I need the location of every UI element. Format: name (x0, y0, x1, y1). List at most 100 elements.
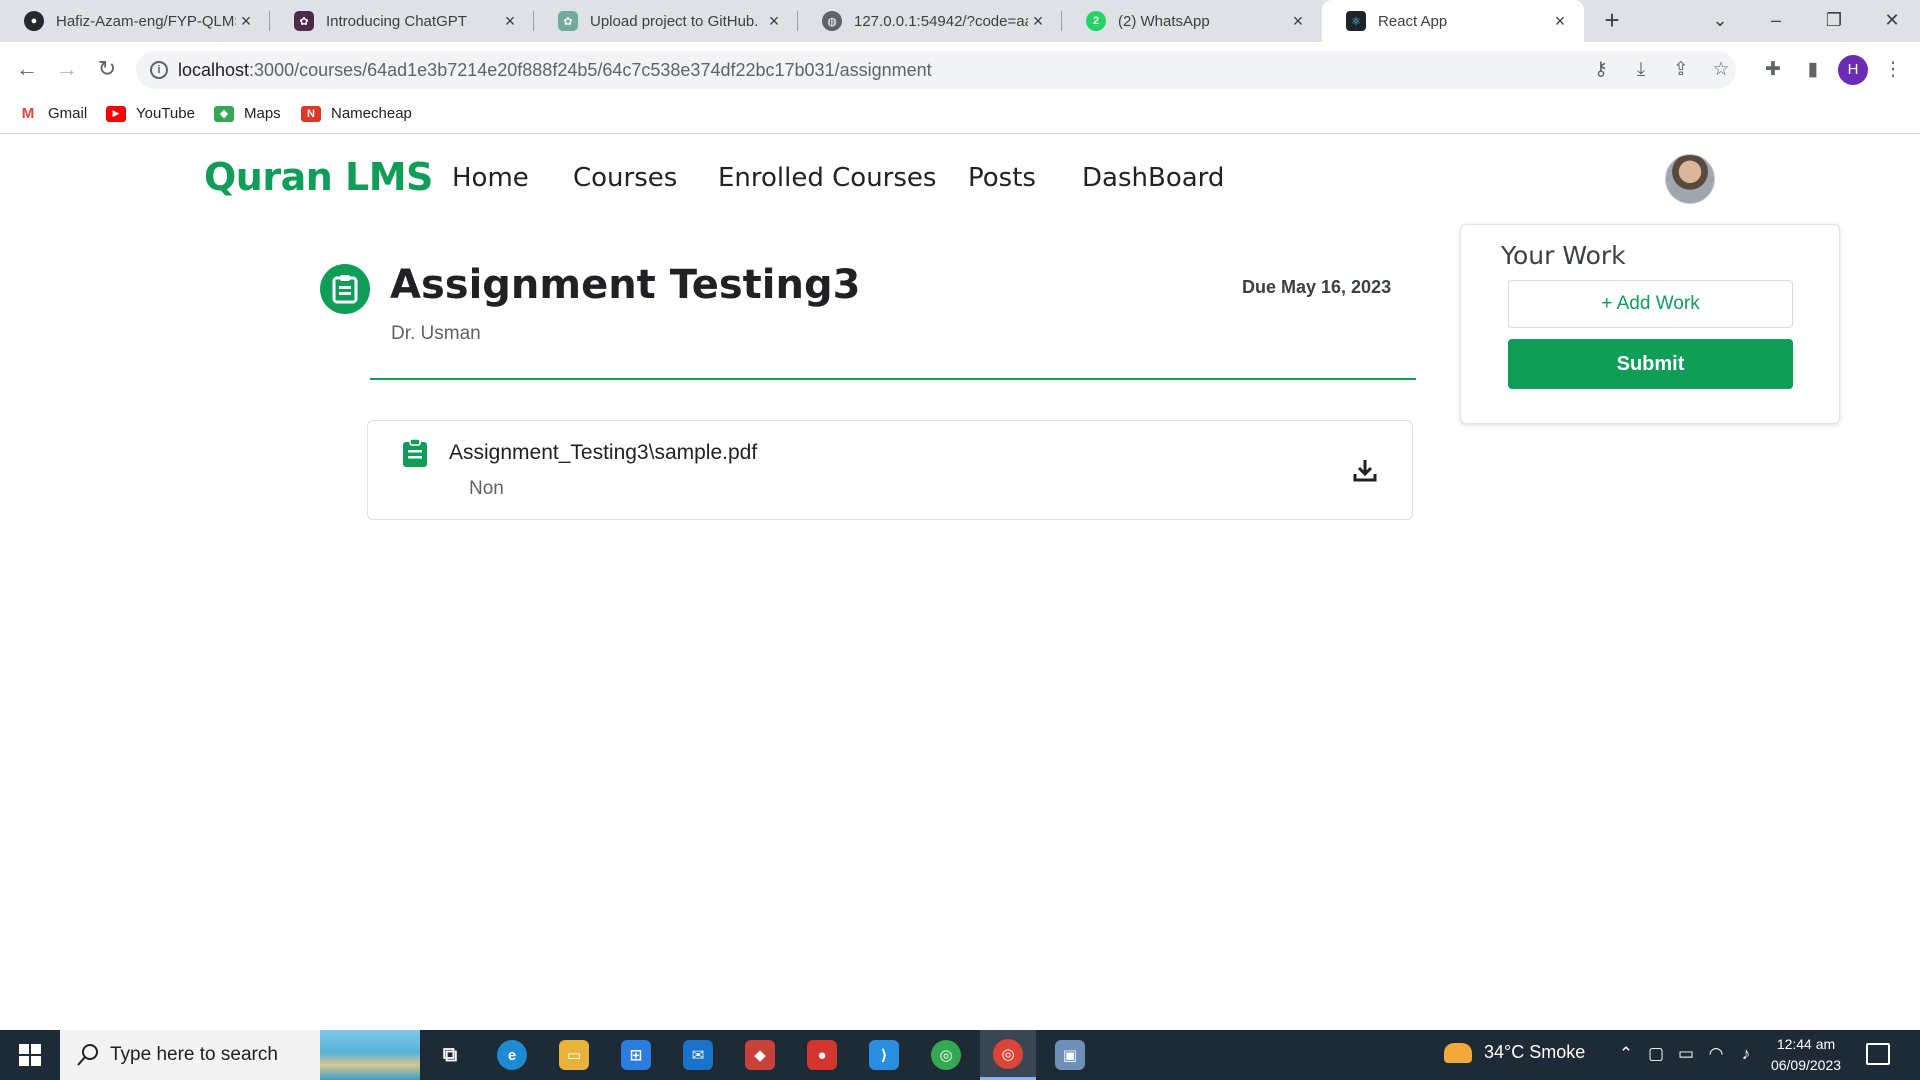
nav-posts[interactable]: Posts (968, 163, 1036, 193)
namecheap-icon: N (301, 105, 321, 122)
taskbar-git[interactable]: ◆ (732, 1030, 788, 1080)
submit-button[interactable]: Submit (1508, 339, 1793, 389)
bookmark-label: Namecheap (331, 105, 412, 122)
close-tab-icon[interactable]: × (500, 11, 520, 32)
close-tab-icon[interactable]: × (236, 11, 256, 32)
github-icon: ● (24, 11, 44, 31)
taskbar-store[interactable]: ⊞ (608, 1030, 664, 1080)
brand-logo[interactable]: Quran LMS (204, 155, 433, 199)
photos-icon: ▣ (1055, 1040, 1085, 1070)
vscode-icon: ⟩ (869, 1040, 899, 1070)
add-work-button[interactable]: + Add Work (1508, 280, 1793, 328)
side-panel-icon[interactable]: ▮ (1798, 55, 1828, 85)
tab-whatsapp[interactable]: 2 (2) WhatsApp × (1062, 0, 1322, 42)
git-icon: ◆ (745, 1040, 775, 1070)
site-info-icon[interactable]: i (150, 61, 168, 79)
tab-title: Hafiz-Azam-eng/FYP-QLMS (56, 12, 236, 30)
meet-now-icon[interactable]: ▢ (1644, 1044, 1668, 1064)
password-key-icon[interactable]: ⚷ (1586, 55, 1616, 85)
restore-button[interactable]: ❐ (1806, 0, 1862, 42)
taskbar-vscode[interactable]: ⟩ (856, 1030, 912, 1080)
volume-icon[interactable]: ♪ (1734, 1044, 1758, 1064)
clock-time: 12:44 am (1776, 1036, 1836, 1052)
new-tab-button[interactable]: + (1596, 5, 1628, 37)
forward-button[interactable]: → (52, 54, 82, 84)
task-view-icon: ⧉ (442, 1043, 458, 1066)
your-work-panel: Your Work + Add Work Submit (1460, 224, 1840, 424)
minimize-button[interactable]: – (1748, 0, 1804, 42)
close-tab-icon[interactable]: × (764, 11, 784, 32)
tray-chevron-icon[interactable]: ⌃ (1614, 1044, 1638, 1064)
nav-courses[interactable]: Courses (573, 163, 677, 193)
bookmark-youtube[interactable]: ▶ YouTube (106, 105, 195, 122)
extensions-icon[interactable]: ✚ (1758, 55, 1788, 85)
taskbar-chrome-profile[interactable]: ◎ (980, 1030, 1036, 1080)
tab-localhost-code[interactable]: ◍ 127.0.0.1:54942/?code=aa9 × (798, 0, 1062, 42)
weather-widget[interactable]: 34°C Smoke (1444, 1042, 1585, 1063)
taskbar-mail[interactable]: ✉ (670, 1030, 726, 1080)
clock-date: 06/09/2023 (1770, 1057, 1842, 1073)
taskbar-search-box[interactable]: Type here to search (60, 1030, 420, 1080)
profile-avatar[interactable]: H (1838, 55, 1868, 85)
task-view-button[interactable]: ⧉ (422, 1030, 478, 1080)
clipboard-icon (403, 439, 427, 467)
attachment-description: Non (469, 478, 504, 499)
close-tab-icon[interactable]: × (1028, 11, 1048, 32)
tab-title: 127.0.0.1:54942/?code=aa9 (854, 12, 1028, 30)
taskbar-file-explorer[interactable]: ▭ (546, 1030, 602, 1080)
tab-upload-project[interactable]: ✿ Upload project to GitHub. × (534, 0, 798, 42)
taskbar-chrome[interactable]: ◎ (918, 1030, 974, 1080)
your-work-title: Your Work (1501, 241, 1626, 270)
battery-icon[interactable]: ▭ (1674, 1044, 1698, 1064)
tab-react-app[interactable]: ⚛ React App × (1322, 0, 1584, 42)
header-divider (370, 378, 1416, 380)
chrome-menu-icon[interactable]: ⋮ (1878, 55, 1908, 85)
close-window-button[interactable]: ✕ (1864, 0, 1920, 42)
globe-icon: ◍ (822, 11, 842, 31)
assignment-teacher: Dr. Usman (391, 323, 481, 344)
user-avatar[interactable] (1665, 154, 1715, 204)
attachment-file-name[interactable]: Assignment_Testing3\sample.pdf (449, 441, 757, 465)
system-clock[interactable]: 12:44 am 06/09/2023 (1762, 1034, 1850, 1076)
back-button[interactable]: ← (12, 54, 42, 84)
bookmark-namecheap[interactable]: N Namecheap (301, 105, 412, 122)
reload-button[interactable]: ↻ (92, 54, 122, 84)
microsoft-store-icon: ⊞ (621, 1040, 651, 1070)
download-icon[interactable] (1352, 457, 1378, 483)
wifi-icon[interactable]: ◠ (1704, 1044, 1728, 1064)
tab-github[interactable]: ● Hafiz-Azam-eng/FYP-QLMS × (0, 0, 270, 42)
assignment-due-date: Due May 16, 2023 (1242, 277, 1392, 297)
search-placeholder: Type here to search (110, 1044, 278, 1065)
weather-icon (1444, 1042, 1472, 1063)
url-path: :3000/courses/64ad1e3b7214e20f888f24b5/6… (249, 60, 932, 80)
url-text[interactable]: localhost:3000/courses/64ad1e3b7214e20f8… (178, 60, 932, 81)
taskbar-edge[interactable]: e (484, 1030, 540, 1080)
taskbar-photos[interactable]: ▣ (1042, 1030, 1098, 1080)
whatsapp-icon: 2 (1086, 11, 1106, 31)
openai-icon: ✿ (294, 11, 314, 31)
install-app-icon[interactable]: ⤓ (1626, 55, 1656, 85)
gmail-icon: M (18, 105, 38, 122)
close-tab-icon[interactable]: × (1550, 11, 1570, 32)
bookmark-label: Maps (244, 105, 281, 122)
bookmark-maps[interactable]: ◆ Maps (214, 105, 281, 122)
close-tab-icon[interactable]: × (1288, 11, 1308, 32)
notification-center-icon[interactable] (1866, 1043, 1890, 1065)
address-bar[interactable]: i localhost:3000/courses/64ad1e3b7214e20… (136, 51, 1736, 89)
windows-start-button[interactable] (0, 1030, 60, 1080)
bookmarks-bar: M Gmail ▶ YouTube ◆ Maps N Namecheap (0, 97, 1920, 134)
nav-dashboard[interactable]: DashBoard (1082, 163, 1224, 193)
nav-enrolled-courses[interactable]: Enrolled Courses (718, 163, 936, 193)
nav-home[interactable]: Home (452, 163, 529, 193)
weather-text: 34°C Smoke (1484, 1042, 1586, 1062)
tab-search-chevron-icon[interactable]: ⌄ (1692, 0, 1748, 42)
taskbar-recorder[interactable]: ● (794, 1030, 850, 1080)
bookmark-label: YouTube (136, 105, 195, 122)
attachment-card[interactable]: Assignment_Testing3\sample.pdf Non (367, 420, 1413, 520)
share-icon[interactable]: ⇪ (1666, 55, 1696, 85)
tab-title: Upload project to GitHub. (590, 12, 759, 30)
chrome-profile-icon: ◎ (993, 1038, 1023, 1069)
bookmark-star-icon[interactable]: ☆ (1706, 55, 1736, 85)
tab-introducing-chatgpt[interactable]: ✿ Introducing ChatGPT × (270, 0, 534, 42)
bookmark-gmail[interactable]: M Gmail (18, 105, 87, 122)
